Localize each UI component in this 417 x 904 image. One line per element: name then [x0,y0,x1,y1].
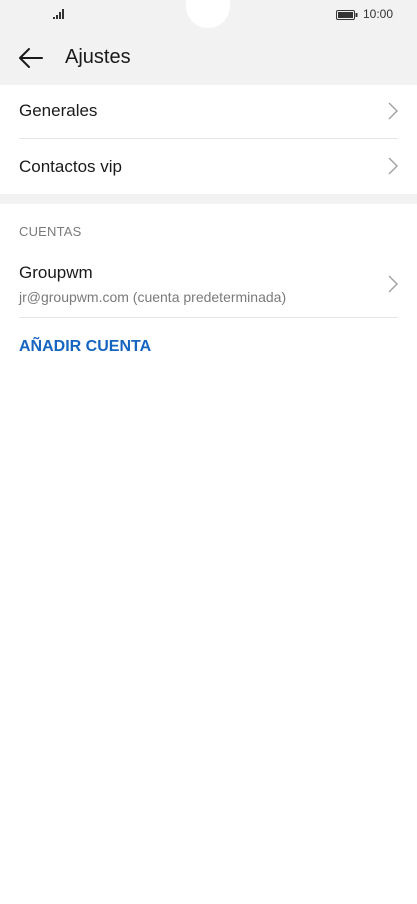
arrow-left-icon [19,48,43,68]
settings-item-label: Generales [19,101,98,120]
settings-item-contactos-vip[interactable]: Contactos vip [0,139,417,194]
battery-icon [336,10,358,20]
app-bar: Ajustes [0,30,417,85]
chevron-right-icon [388,275,398,293]
signal-bars-icon [53,9,64,19]
chevron-right-icon [388,102,398,120]
settings-item-generales[interactable]: Generales [0,85,417,139]
divider [19,317,398,318]
account-email: jr@groupwm.com (cuenta predeterminada) [19,289,287,305]
add-account-button[interactable]: AÑADIR CUENTA [19,338,151,356]
chevron-right-icon [388,157,398,175]
account-name: Groupwm [19,263,93,282]
back-button[interactable] [14,44,48,72]
camera-notch [186,0,230,28]
status-bar: 10:00 [0,0,417,30]
page-title: Ajustes [65,46,131,68]
account-item-groupwm[interactable]: Groupwm jr@groupwm.com (cuenta predeterm… [0,252,417,318]
section-header-cuentas: CUENTAS [19,224,82,239]
settings-item-label: Contactos vip [19,157,122,176]
status-time: 10:00 [363,7,394,21]
section-separator [0,194,417,204]
